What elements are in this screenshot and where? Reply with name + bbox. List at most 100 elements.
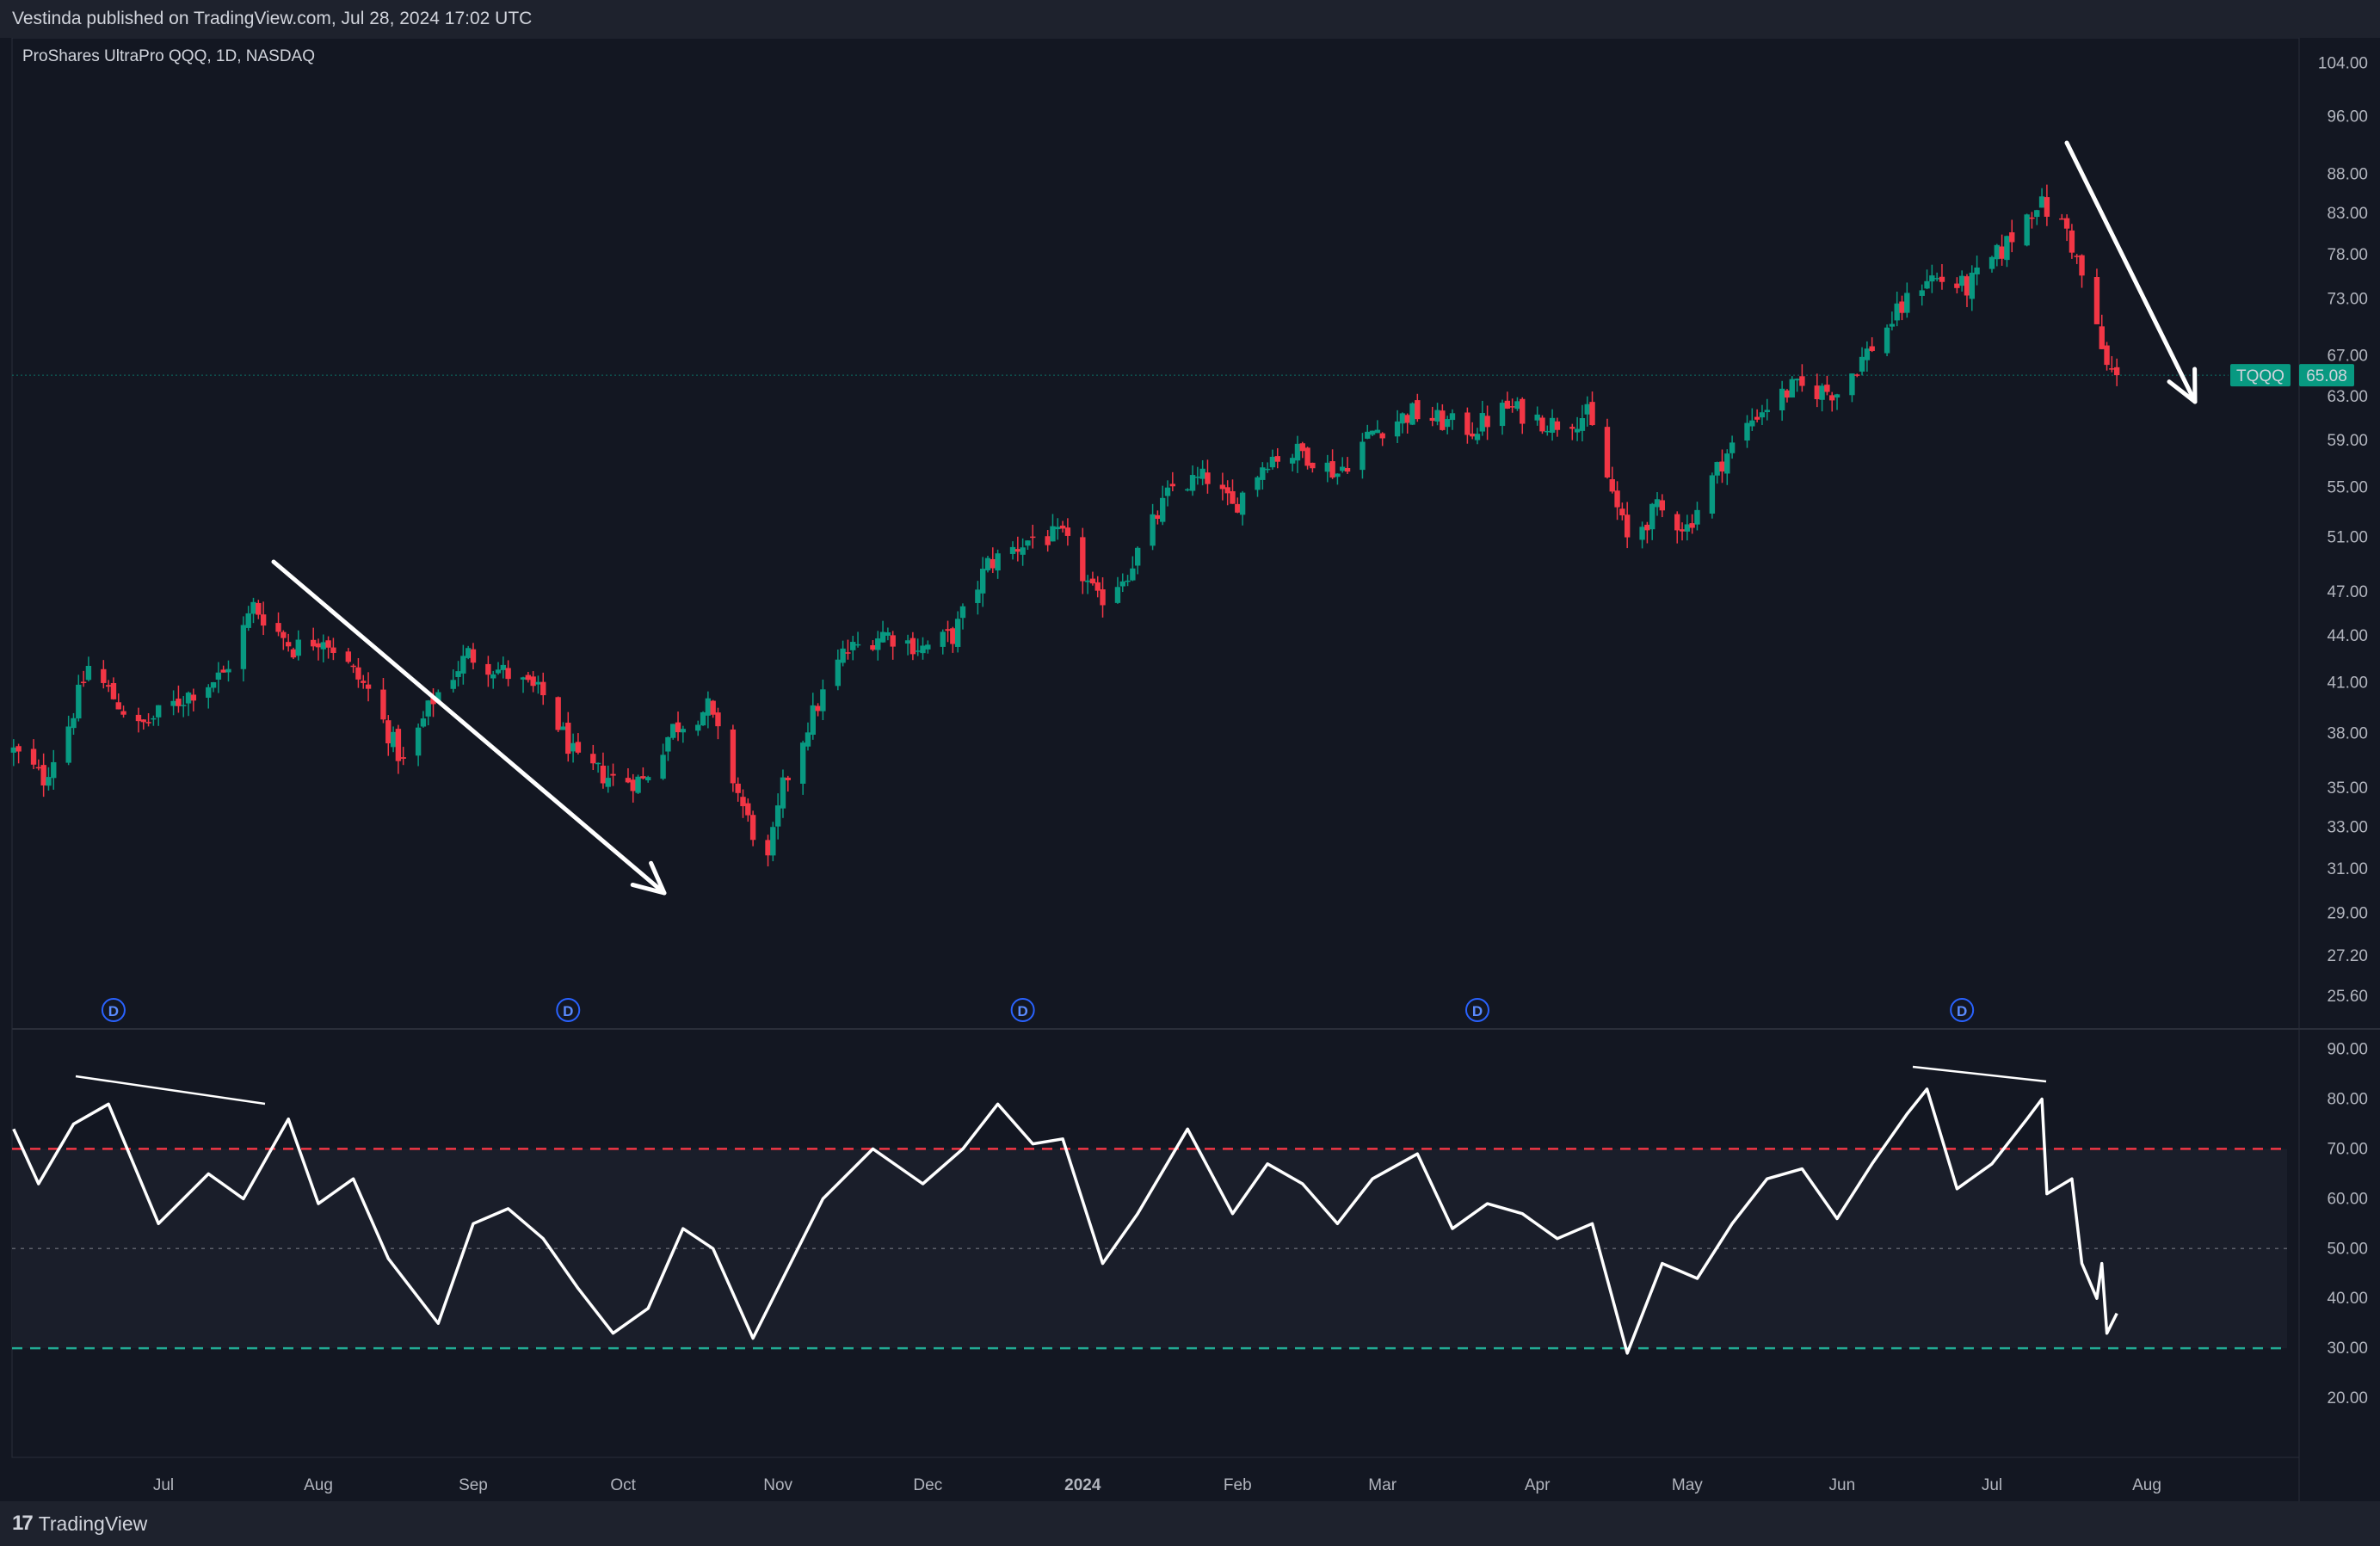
- candle-body: [575, 742, 582, 753]
- candle-body: [275, 623, 281, 632]
- dividend-marker[interactable]: D: [1464, 998, 1489, 1022]
- candle-body: [1134, 547, 1141, 566]
- time-axis-tick: Feb: [1224, 1476, 1252, 1494]
- dividend-marker-label: D: [1017, 1003, 1027, 1019]
- candle-body: [1224, 487, 1230, 494]
- candle-body: [155, 705, 162, 718]
- rsi-axis-tick: 70.00: [2327, 1140, 2368, 1158]
- price-axis-tick: 33.00: [2327, 819, 2368, 837]
- candle-body: [185, 693, 192, 704]
- candle-body: [1679, 529, 1686, 532]
- candle-body: [1379, 433, 1385, 439]
- price-axis-tick: 25.60: [2327, 988, 2368, 1006]
- candle-body: [1834, 394, 1840, 398]
- candle-body: [770, 827, 776, 856]
- candle-body: [330, 647, 336, 653]
- candle-body: [315, 643, 322, 648]
- candle-body: [145, 722, 151, 724]
- candle-body: [206, 687, 212, 699]
- candle-body: [1624, 514, 1631, 538]
- candle-body: [1754, 416, 1760, 420]
- candle-body: [1569, 427, 1575, 429]
- candle-body: [181, 705, 187, 706]
- price-axis-tick: 59.00: [2327, 432, 2368, 450]
- candle-body: [2104, 345, 2110, 366]
- candle-body: [850, 642, 856, 650]
- symbol-title: ProShares UltraPro QQQ, 1D, NASDAQ: [22, 47, 315, 65]
- candle-body: [1404, 415, 1410, 423]
- candle-body: [65, 726, 71, 763]
- candle-body: [2093, 277, 2100, 324]
- candle-body: [1239, 492, 1246, 515]
- dividend-marker[interactable]: D: [1950, 998, 1975, 1022]
- candle-body: [1654, 499, 1661, 508]
- candle-body: [385, 720, 392, 743]
- candle-body: [1545, 430, 1551, 433]
- candle-body: [1050, 526, 1056, 542]
- candle-body: [555, 697, 561, 730]
- candle-body: [1894, 303, 1900, 321]
- candle-body: [1709, 475, 1716, 514]
- candle-body: [1449, 413, 1456, 421]
- candle-body: [979, 569, 986, 594]
- candle-body: [1574, 428, 1581, 433]
- rsi-axis-tick: 80.00: [2327, 1091, 2368, 1109]
- candle-body: [2079, 255, 2085, 276]
- dividend-marker[interactable]: D: [556, 998, 581, 1022]
- candle-body: [2038, 196, 2045, 208]
- tradingview-logo[interactable]: 17 TradingView: [12, 1512, 147, 1536]
- candle-body: [995, 553, 1001, 571]
- candle-body: [1080, 537, 1086, 582]
- candle-body: [675, 722, 681, 733]
- candle-body: [2009, 232, 2015, 243]
- candle-body: [940, 631, 946, 647]
- candle-body: [2029, 217, 2035, 219]
- candle-body: [290, 649, 297, 658]
- candle-body: [1344, 467, 1351, 472]
- candle-body: [590, 754, 596, 764]
- candle-body: [415, 727, 422, 756]
- candle-body: [1520, 398, 1526, 424]
- candle-body: [1329, 461, 1335, 478]
- candle-body: [1714, 462, 1720, 476]
- candle-body: [1025, 540, 1031, 546]
- candle-body: [735, 783, 741, 793]
- candle-body: [1639, 527, 1645, 540]
- published-info: Vestinda published on TradingView.com, J…: [12, 9, 533, 28]
- candle-body: [780, 777, 786, 809]
- candle-body: [745, 803, 751, 816]
- dividend-marker[interactable]: D: [101, 998, 126, 1022]
- candle-body: [1094, 582, 1101, 591]
- dividend-marker[interactable]: D: [1010, 998, 1035, 1022]
- candle-body: [1884, 327, 1890, 354]
- candle-body: [215, 672, 222, 680]
- candle-body: [1045, 536, 1051, 545]
- candle-body: [600, 765, 607, 784]
- candle-body: [176, 699, 182, 706]
- candle-body: [380, 689, 386, 720]
- candle-body: [1235, 503, 1241, 513]
- candle-body: [805, 732, 811, 747]
- candle-body: [295, 639, 301, 656]
- downtrend-arrow-2024-shaft: [2064, 140, 2198, 404]
- candle-body: [870, 644, 876, 650]
- candle-body: [1059, 525, 1066, 529]
- chart-area[interactable]: ProShares UltraPro QQQ, 1D, NASDAQ D D D D D…: [0, 38, 2380, 1501]
- rsi-axis-tick: 40.00: [2327, 1290, 2368, 1308]
- price-axis-tick: 67.00: [2327, 348, 2368, 366]
- candle-body: [1160, 497, 1166, 522]
- time-axis-tick: Nov: [763, 1476, 792, 1494]
- rsi-panel: [12, 1087, 2287, 1355]
- candle-body: [1924, 280, 1930, 289]
- candle-body: [2074, 256, 2080, 257]
- candle-body: [1539, 417, 1545, 432]
- candle-body: [1479, 413, 1485, 432]
- candle-body: [355, 667, 361, 680]
- candle-body: [1030, 536, 1036, 539]
- candle-body: [1464, 412, 1471, 435]
- candle-body: [455, 671, 461, 677]
- price-axis-tick: 55.00: [2327, 478, 2368, 496]
- rsi-divergence-line-1: [75, 1075, 266, 1106]
- candle-body: [959, 606, 966, 619]
- candle-body: [1719, 461, 1725, 472]
